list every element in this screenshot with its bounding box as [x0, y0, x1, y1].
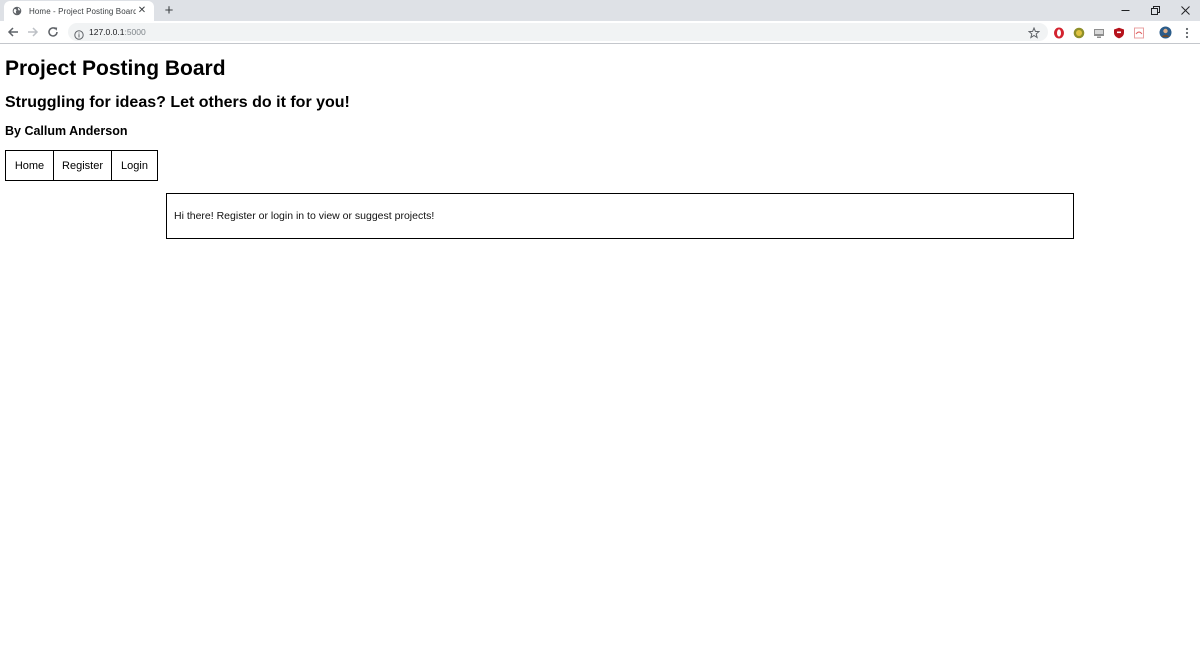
- screen-extension-icon[interactable]: [1092, 26, 1105, 39]
- browser-tab-active[interactable]: Home - Project Posting Board ✕: [4, 1, 154, 21]
- url-port: :5000: [124, 27, 146, 37]
- page-title: Project Posting Board: [5, 57, 226, 80]
- new-tab-button[interactable]: +: [160, 2, 178, 19]
- url-text: 127.0.0.1:5000: [89, 26, 146, 38]
- opera-extension-icon[interactable]: [1052, 26, 1065, 39]
- reload-icon: [48, 27, 58, 37]
- close-window-button[interactable]: [1170, 0, 1200, 21]
- profile-avatar-icon[interactable]: [1159, 26, 1172, 39]
- browser-toolbar: 127.0.0.1:5000: [0, 21, 1200, 44]
- shield-icon[interactable]: [1112, 26, 1125, 39]
- arrow-left-icon: [7, 27, 18, 37]
- arrow-right-icon: [28, 27, 39, 37]
- info-icon[interactable]: [74, 27, 84, 40]
- address-bar[interactable]: 127.0.0.1:5000: [68, 23, 1048, 41]
- nav-home-link[interactable]: Home: [6, 151, 54, 180]
- menu-kebab-icon[interactable]: [1180, 26, 1193, 39]
- bookmark-star-icon[interactable]: [1027, 26, 1041, 39]
- nav-login-link[interactable]: Login: [112, 151, 157, 180]
- globe-icon: [12, 6, 22, 16]
- pdf-extension-icon[interactable]: [1132, 26, 1145, 39]
- back-button[interactable]: [5, 24, 21, 40]
- main-nav: Home Register Login: [5, 150, 158, 181]
- welcome-message-box: Hi there! Register or login in to view o…: [166, 193, 1074, 239]
- welcome-message: Hi there! Register or login in to view o…: [174, 210, 435, 222]
- nav-register-link[interactable]: Register: [54, 151, 112, 180]
- page-author: By Callum Anderson: [5, 124, 128, 138]
- browser-tabstrip: Home - Project Posting Board ✕ +: [0, 0, 1200, 21]
- minimize-button[interactable]: [1110, 0, 1140, 21]
- page-subtitle: Struggling for ideas? Let others do it f…: [5, 94, 350, 111]
- url-host: 127.0.0.1: [89, 27, 125, 37]
- restore-button[interactable]: [1140, 0, 1170, 21]
- coin-extension-icon[interactable]: [1072, 26, 1085, 39]
- window-controls: [1110, 0, 1200, 21]
- reload-button[interactable]: [45, 24, 61, 40]
- tab-close-icon[interactable]: ✕: [136, 6, 148, 16]
- tab-title: Home - Project Posting Board: [29, 6, 136, 16]
- forward-button[interactable]: [25, 24, 41, 40]
- page-content: Project Posting Board Struggling for ide…: [0, 44, 1200, 650]
